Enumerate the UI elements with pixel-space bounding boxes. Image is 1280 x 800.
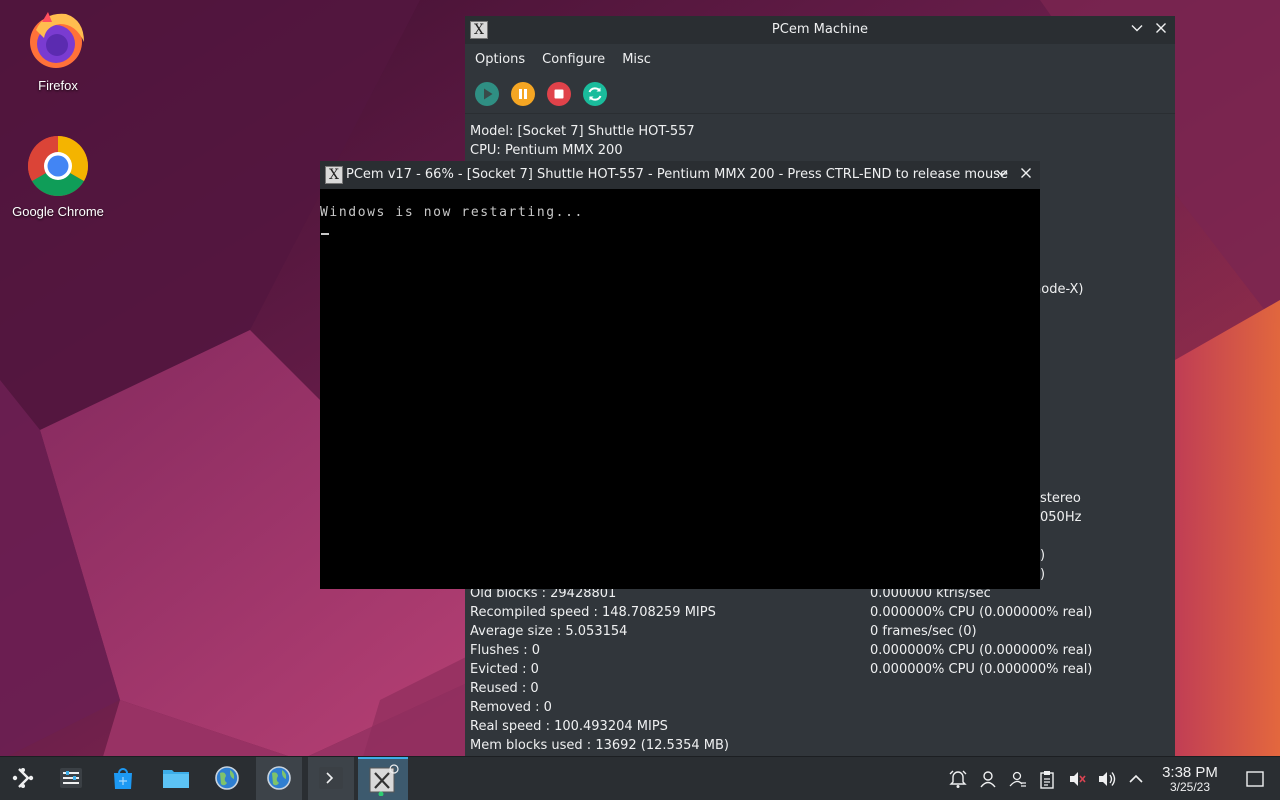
pcem-app-icon[interactable]: X bbox=[325, 166, 343, 184]
clock-time: 3:38 PM bbox=[1162, 764, 1218, 781]
close-button[interactable] bbox=[1151, 20, 1171, 40]
chevron-up-icon[interactable] bbox=[1126, 769, 1146, 789]
system-settings-icon bbox=[60, 768, 82, 788]
menu-bar: Options Configure Misc bbox=[465, 44, 1175, 74]
info-partial: stereo bbox=[1040, 491, 1081, 506]
minimize-button[interactable] bbox=[1127, 20, 1147, 40]
desktop-icon-label: Google Chrome bbox=[12, 204, 104, 219]
window-title: PCem Machine bbox=[771, 22, 869, 37]
stat-line: Flushes : 0 bbox=[470, 643, 541, 658]
info-partial: 050Hz bbox=[1040, 510, 1082, 525]
stat-line: 0.000000% CPU (0.000000% real) bbox=[870, 605, 1093, 620]
stat-line: 0.000000% CPU (0.000000% real) bbox=[870, 662, 1093, 677]
stat-line: 0.000000% CPU (0.000000% real) bbox=[870, 643, 1093, 658]
stat-line: Real speed : 100.493204 MIPS bbox=[470, 719, 668, 734]
digital-clock[interactable]: 3:38 PM 3/25/23 bbox=[1152, 764, 1228, 794]
terminal-icon bbox=[319, 767, 343, 789]
stat-line: Average size : 5.053154 bbox=[470, 624, 628, 639]
window-titlebar[interactable]: X PCem v17 - 66% - [Socket 7] Shuttle HO… bbox=[320, 161, 1040, 189]
muted-audio-icon[interactable] bbox=[1067, 769, 1087, 789]
chrome-icon bbox=[27, 136, 89, 197]
app-launcher-icon bbox=[12, 768, 34, 788]
clipboard-icon[interactable] bbox=[1037, 769, 1057, 789]
close-icon bbox=[1021, 168, 1031, 178]
pause-button[interactable] bbox=[511, 82, 535, 106]
stat-line: Mem blocks used : 13692 (12.5354 MB) bbox=[470, 738, 729, 753]
stat-line: Evicted : 0 bbox=[470, 662, 539, 677]
discover-store-icon bbox=[114, 768, 132, 789]
clock-date: 3/25/23 bbox=[1169, 780, 1211, 794]
screen-text: Windows is now restarting... bbox=[320, 205, 584, 220]
info-partial: node-X) bbox=[1033, 282, 1084, 297]
show-desktop-icon[interactable] bbox=[1245, 769, 1265, 789]
stats-right: 0.000000 ktris/sec 0.000000% CPU (0.0000… bbox=[870, 584, 1092, 679]
taskbar-item-pcem[interactable] bbox=[358, 757, 408, 800]
close-icon bbox=[1156, 23, 1166, 33]
stop-icon bbox=[554, 89, 564, 99]
desktop-icon-chrome[interactable]: Google Chrome bbox=[0, 134, 116, 219]
chevron-down-icon bbox=[996, 170, 1008, 177]
reset-button[interactable] bbox=[583, 82, 607, 106]
notifications-icon[interactable] bbox=[948, 769, 968, 789]
text-cursor bbox=[321, 233, 329, 235]
user-icon[interactable] bbox=[978, 769, 998, 789]
menu-configure[interactable]: Configure bbox=[537, 44, 613, 74]
play-icon bbox=[484, 88, 493, 100]
pause-icon bbox=[519, 89, 527, 99]
machine-info: Model: [Socket 7] Shuttle HOT-557 CPU: P… bbox=[470, 122, 695, 160]
desktop-icon-label: Firefox bbox=[38, 78, 78, 93]
emulator-screen[interactable]: Windows is now restarting... bbox=[320, 189, 1040, 589]
close-button[interactable] bbox=[1016, 165, 1036, 185]
taskbar-item-browser[interactable] bbox=[204, 757, 250, 800]
volume-icon[interactable] bbox=[1097, 769, 1117, 789]
window-title: PCem v17 - 66% - [Socket 7] Shuttle HOT-… bbox=[346, 167, 1008, 182]
taskbar-item-terminal[interactable] bbox=[308, 757, 354, 800]
model-line: Model: [Socket 7] Shuttle HOT-557 bbox=[470, 124, 695, 139]
info-partial: ) bbox=[1040, 548, 1046, 563]
minimize-button[interactable] bbox=[992, 165, 1012, 185]
stats-left: Old blocks : 29428801 Recompiled speed :… bbox=[470, 584, 729, 755]
browser-icon-2 bbox=[267, 766, 291, 790]
start-button[interactable] bbox=[475, 82, 499, 106]
reset-icon bbox=[588, 87, 602, 101]
pcem-icon bbox=[369, 764, 399, 796]
stat-line: Removed : 0 bbox=[470, 700, 552, 715]
menu-misc[interactable]: Misc bbox=[617, 44, 659, 74]
taskbar-item-files[interactable] bbox=[152, 757, 198, 800]
stat-line: Reused : 0 bbox=[470, 681, 539, 696]
pcem-emulator-window: X PCem v17 - 66% - [Socket 7] Shuttle HO… bbox=[320, 161, 1040, 589]
taskbar-item-browser-2[interactable] bbox=[256, 757, 302, 800]
taskbar: 3:38 PM 3/25/23 bbox=[0, 756, 1280, 800]
stat-line: 0 frames/sec (0) bbox=[870, 624, 977, 639]
firefox-icon bbox=[30, 12, 84, 68]
taskbar-item-settings[interactable] bbox=[48, 757, 94, 800]
app-launcher-button[interactable] bbox=[0, 757, 46, 800]
window-titlebar[interactable]: X PCem Machine bbox=[465, 16, 1175, 44]
desktop-icon-firefox[interactable]: Firefox bbox=[0, 8, 116, 93]
taskbar-item-discover[interactable] bbox=[100, 757, 146, 800]
info-partial: ) bbox=[1040, 567, 1046, 582]
browser-icon bbox=[215, 766, 239, 790]
stop-button[interactable] bbox=[547, 82, 571, 106]
chevron-down-icon bbox=[1131, 25, 1143, 32]
user-switcher-icon[interactable] bbox=[1008, 769, 1028, 789]
toolbar bbox=[465, 74, 1175, 114]
stat-line: Recompiled speed : 148.708259 MIPS bbox=[470, 605, 716, 620]
cpu-line: CPU: Pentium MMX 200 bbox=[470, 143, 623, 158]
file-manager-icon bbox=[163, 770, 189, 788]
menu-options[interactable]: Options bbox=[470, 44, 533, 74]
